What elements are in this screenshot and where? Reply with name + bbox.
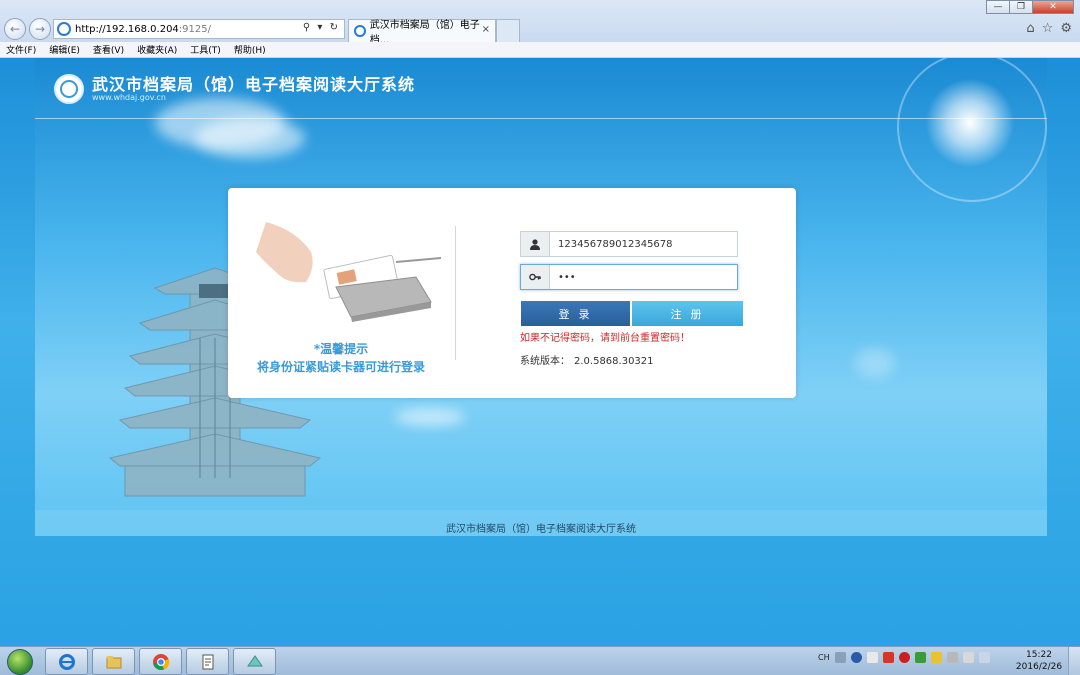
flag-icon[interactable] bbox=[962, 652, 974, 663]
header-divider bbox=[35, 118, 1047, 119]
forward-button[interactable]: → bbox=[29, 18, 51, 40]
ie-page-icon bbox=[57, 22, 71, 36]
close-button[interactable]: ✕ bbox=[1032, 0, 1074, 14]
password-field[interactable] bbox=[520, 264, 738, 290]
hint-text: 将身份证紧贴读卡器可进行登录 bbox=[256, 360, 425, 374]
gear-icon[interactable]: ⚙ bbox=[1060, 21, 1072, 36]
start-button[interactable] bbox=[4, 647, 36, 675]
page-background: 武汉市档案局（馆）电子档案阅读大厅系统 www.whdaj.gov.cn 武汉市… bbox=[0, 58, 1080, 646]
minimize-button[interactable]: — bbox=[986, 0, 1010, 14]
version-value: 2.0.5868.30321 bbox=[574, 356, 654, 367]
system-tray: CH bbox=[818, 652, 990, 663]
help-icon[interactable] bbox=[850, 652, 862, 663]
system-version: 系统版本： 2.0.5868.30321 bbox=[520, 352, 654, 367]
archive-logo-icon bbox=[54, 74, 84, 104]
new-tab-button[interactable] bbox=[496, 19, 520, 42]
register-button[interactable]: 注 册 bbox=[632, 301, 743, 326]
pagoda-plaque bbox=[199, 284, 231, 298]
taskbar-chrome[interactable] bbox=[139, 648, 182, 675]
restore-button[interactable]: ❐ bbox=[1009, 0, 1033, 14]
document-icon bbox=[202, 654, 213, 669]
address-host: http://192.168.0.204 bbox=[75, 23, 179, 35]
clock-time: 15:22 bbox=[1026, 650, 1052, 660]
address-port: :9125/ bbox=[178, 23, 211, 35]
cloud bbox=[195, 118, 305, 158]
star-icon[interactable]: ☆ bbox=[1042, 21, 1054, 36]
tray-app-icon[interactable] bbox=[866, 652, 878, 663]
address-bar[interactable]: http://192.168.0.204 :9125/ ⚲ ▾ ↻ bbox=[53, 19, 345, 39]
warning-icon[interactable] bbox=[930, 652, 942, 663]
taskbar-clock[interactable]: 15:22 2016/2/26 bbox=[1015, 649, 1063, 673]
cloud bbox=[855, 348, 895, 378]
menu-tools[interactable]: 工具(T) bbox=[190, 43, 221, 56]
taskbar-ie[interactable] bbox=[45, 648, 88, 675]
language-indicator[interactable]: CH bbox=[818, 653, 830, 662]
app-icon bbox=[246, 654, 263, 666]
chrome-icon bbox=[152, 653, 169, 670]
login-button[interactable]: 登 录 bbox=[521, 301, 630, 326]
password-input[interactable] bbox=[550, 265, 737, 289]
taskbar: CH 15:22 2016/2/26 bbox=[0, 646, 1080, 675]
username-input[interactable] bbox=[550, 232, 737, 256]
window-controls: — ❐ ✕ bbox=[986, 0, 1074, 14]
card-divider bbox=[455, 226, 456, 360]
site-url: www.whdaj.gov.cn bbox=[92, 93, 166, 102]
volume-icon[interactable] bbox=[978, 652, 990, 663]
ie-icon bbox=[58, 653, 75, 670]
menu-file[interactable]: 文件(F) bbox=[6, 43, 36, 56]
explorer-icon bbox=[106, 655, 121, 668]
browser-right-icons: ⌂ ☆ ⚙ bbox=[1026, 21, 1072, 36]
taskbar-app[interactable] bbox=[233, 648, 276, 675]
menu-help[interactable]: 帮助(H) bbox=[234, 43, 266, 56]
forgot-password-warning: 如果不记得密码，请到前台重置密码！ bbox=[520, 333, 690, 344]
menu-edit[interactable]: 编辑(E) bbox=[49, 43, 80, 56]
error-icon[interactable] bbox=[898, 652, 910, 663]
windows-orb-icon bbox=[7, 648, 33, 675]
address-tools[interactable]: ⚲ ▾ ↻ bbox=[303, 22, 340, 33]
taskbar-explorer[interactable] bbox=[92, 648, 135, 675]
cloud bbox=[395, 408, 465, 426]
forward-arrow-icon: → bbox=[34, 22, 46, 36]
tab-close-icon[interactable]: × bbox=[482, 24, 490, 35]
key-icon bbox=[521, 265, 550, 289]
menu-bar: 文件(F) 编辑(E) 查看(V) 收藏夹(A) 工具(T) 帮助(H) bbox=[0, 42, 1080, 58]
id-card-reader-illustration bbox=[256, 222, 442, 322]
shield-icon[interactable] bbox=[914, 652, 926, 663]
hint-title: *温馨提示 bbox=[313, 342, 369, 356]
version-label: 系统版本： bbox=[520, 356, 570, 367]
home-icon[interactable]: ⌂ bbox=[1026, 21, 1034, 36]
user-icon bbox=[521, 232, 550, 256]
keyboard-icon[interactable] bbox=[834, 652, 846, 663]
show-desktop-button[interactable] bbox=[1068, 647, 1080, 675]
taskbar-document[interactable] bbox=[186, 648, 229, 675]
back-arrow-icon: ← bbox=[9, 22, 21, 36]
menu-view[interactable]: 查看(V) bbox=[93, 43, 124, 56]
sun-glow bbox=[925, 78, 1015, 168]
tab-ie-icon bbox=[354, 25, 366, 37]
network-icon[interactable] bbox=[946, 652, 958, 663]
back-button[interactable]: ← bbox=[4, 18, 26, 40]
menu-favorites[interactable]: 收藏夹(A) bbox=[137, 43, 177, 56]
login-card: *温馨提示 将身份证紧贴读卡器可进行登录 登 录 注 册 如果不记得密码，请到前… bbox=[228, 188, 796, 398]
username-field[interactable] bbox=[520, 231, 738, 257]
browser-titlebar: ← → http://192.168.0.204 :9125/ ⚲ ▾ ↻ 武汉… bbox=[0, 0, 1080, 46]
page-footer: 武汉市档案局（馆）电子档案阅读大厅系统 bbox=[35, 510, 1047, 536]
clock-date: 2016/2/26 bbox=[1015, 662, 1063, 672]
browser-tab[interactable]: 武汉市档案局（馆）电子档... × bbox=[348, 19, 496, 46]
site-title: 武汉市档案局（馆）电子档案阅读大厅系统 bbox=[92, 75, 416, 94]
security-icon[interactable] bbox=[882, 652, 894, 663]
